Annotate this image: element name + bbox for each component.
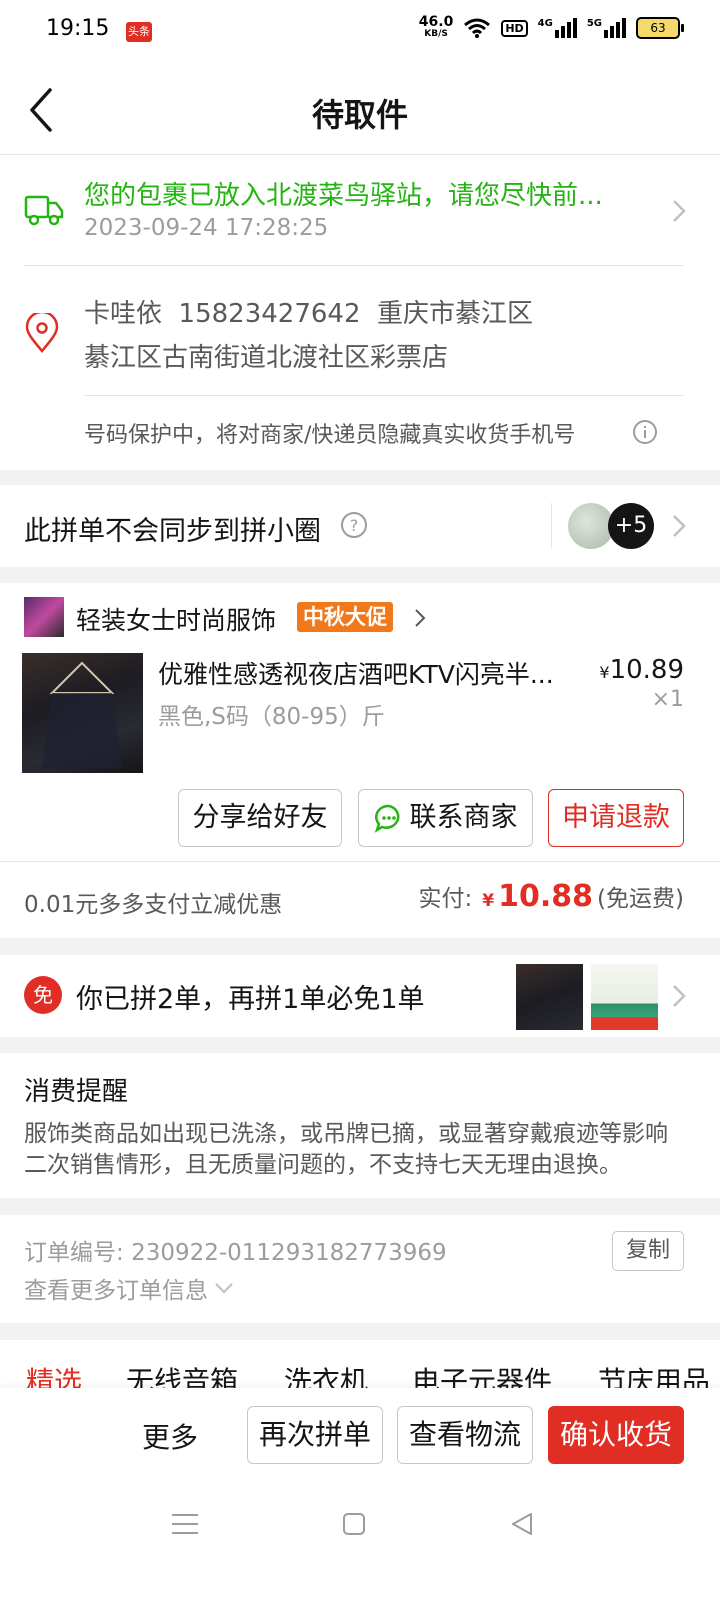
friend-count-badge: +5 (608, 503, 654, 549)
status-icons: 46.0 KB/S HD 4G 5G 63 (418, 14, 684, 40)
circle-sync-text: 此拼单不会同步到拼小圈 (24, 516, 321, 547)
product-spec: 黑色,S码（80-95）斤 (158, 704, 385, 730)
order-info: 订单编号: 230922-011293182773969 复制 查看更多订单信息 (0, 1215, 720, 1323)
order-card: 轻装女士时尚服饰 中秋大促 优雅性感透视夜店酒吧KTV闪亮半... 黑色,S码（… (0, 583, 720, 938)
share-button[interactable]: 分享给好友 (178, 789, 342, 847)
category-tab[interactable]: 无线音箱 (126, 1360, 238, 1390)
product-price: ¥10.89 (599, 655, 684, 685)
consumer-reminder: 消费提醒 服饰类商品如出现已洗涤，或吊牌已摘，或显著穿戴痕迹等影响二次销售情形，… (0, 1053, 720, 1198)
truck-icon (24, 195, 64, 226)
wifi-icon (464, 18, 491, 38)
order-number-line: 订单编号: 230922-011293182773969 (24, 1233, 447, 1267)
category-tabs: 精选 无线音箱 洗衣机 电子元器件 节庆用品 (0, 1340, 720, 1390)
circle-sync-row[interactable]: 此拼单不会同步到拼小圈 ? +5 (0, 485, 720, 567)
contact-seller-button[interactable]: 联系商家 (358, 789, 533, 847)
recipient-line: 卡哇依 15823427642 重庆市綦江区 (84, 293, 533, 330)
category-tab[interactable]: 节庆用品 (598, 1360, 710, 1390)
product-title[interactable]: 优雅性感透视夜店酒吧KTV闪亮半... (158, 655, 554, 691)
divider (0, 861, 720, 862)
home-nav-icon[interactable] (342, 1512, 366, 1536)
svg-text:?: ? (350, 516, 359, 535)
location-pin-icon (25, 313, 59, 353)
store-name[interactable]: 轻装女士时尚服饰 (76, 601, 276, 637)
view-logistics-button[interactable]: 查看物流 (397, 1406, 533, 1464)
reminder-body: 服饰类商品如出现已洗涤，或吊牌已摘，或显著穿戴痕迹等影响二次销售情形，且无质量问… (24, 1121, 668, 1178)
delivery-info-card: 您的包裹已放入北渡菜鸟驿站，请您尽快前... 2023-09-24 17:28:… (0, 155, 720, 470)
discount-note: 0.01元多多支付立减优惠 (24, 892, 283, 918)
info-icon[interactable] (632, 419, 658, 445)
app-notification-badge: 头条 (126, 22, 152, 42)
free-product-thumb-2 (591, 964, 658, 1030)
divider (551, 503, 552, 549)
status-bar: 19:15 头条 46.0 KB/S HD 4G 5G 63 (0, 0, 720, 64)
store-avatar (24, 597, 64, 637)
status-time: 19:15 (46, 16, 110, 41)
chevron-right-icon (415, 609, 426, 627)
recipient-region: 重庆市綦江区 (377, 299, 534, 329)
category-tab[interactable]: 精选 (26, 1360, 82, 1390)
divider (24, 265, 684, 266)
signal-4g-icon: 4G (538, 18, 577, 38)
chevron-right-icon (673, 200, 686, 222)
category-tab[interactable]: 电子元器件 (412, 1360, 552, 1390)
refund-button[interactable]: 申请退款 (548, 789, 684, 847)
hanger-graphic (42, 661, 122, 768)
category-tab[interactable]: 洗衣机 (284, 1360, 368, 1390)
chevron-right-icon (673, 515, 686, 537)
chevron-down-icon (215, 1283, 233, 1294)
divider (84, 395, 684, 396)
recipient-name: 卡哇依 (84, 299, 163, 329)
reorder-button[interactable]: 再次拼单 (247, 1406, 383, 1464)
battery-icon: 63 (636, 17, 684, 39)
product-image[interactable] (22, 653, 143, 773)
help-icon[interactable]: ? (340, 511, 368, 539)
back-nav-icon[interactable] (510, 1512, 534, 1536)
confirm-receipt-button[interactable]: 确认收货 (548, 1406, 684, 1464)
product-quantity: ×1 (651, 687, 684, 712)
paid-total: 实付: ¥ 10.88 (免运费) (418, 879, 684, 914)
hd-icon: HD (501, 19, 528, 37)
free-order-text: 你已拼2单，再拼1单必免1单 (76, 984, 425, 1015)
copy-button[interactable]: 复制 (612, 1231, 684, 1271)
menu-nav-icon[interactable] (172, 1512, 198, 1536)
net-speed: 46.0 KB/S (418, 14, 454, 39)
recipient-phone: 15823427642 (178, 299, 361, 329)
free-badge: 免 (24, 976, 62, 1014)
more-order-info[interactable]: 查看更多订单信息 (24, 1271, 234, 1305)
privacy-note: 号码保护中，将对商家/快递员隐藏真实收货手机号 (84, 423, 576, 448)
address-detail: 綦江区古南街道北渡社区彩票店 (84, 343, 449, 373)
logistics-time: 2023-09-24 17:28:25 (84, 215, 329, 241)
logistics-row[interactable]: 您的包裹已放入北渡菜鸟驿站，请您尽快前... 2023-09-24 17:28:… (0, 155, 720, 265)
reminder-title: 消费提醒 (24, 1077, 129, 1107)
bottom-action-bar: 更多 再次拼单 查看物流 确认收货 (0, 1388, 720, 1600)
signal-5g-icon: 5G (587, 18, 626, 38)
more-button[interactable]: 更多 (142, 1416, 198, 1456)
chevron-right-icon (673, 985, 686, 1007)
chat-icon (374, 804, 399, 833)
free-order-promo[interactable]: 免 你已拼2单，再拼1单必免1单 (0, 955, 720, 1037)
order-number: 230922-011293182773969 (131, 1240, 447, 1266)
logistics-message: 您的包裹已放入北渡菜鸟驿站，请您尽快前... (84, 181, 603, 211)
order-number-label: 订单编号: (24, 1240, 124, 1266)
page-title: 待取件 (311, 96, 408, 134)
free-product-thumb-1 (516, 964, 583, 1030)
promo-tag: 中秋大促 (297, 602, 393, 632)
